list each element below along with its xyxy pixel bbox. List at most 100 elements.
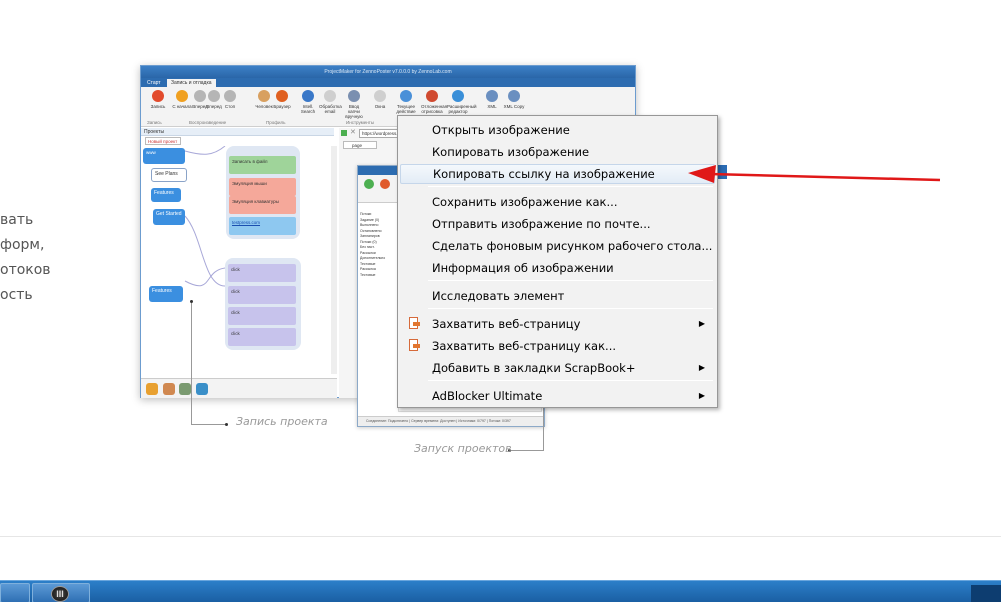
menu-item[interactable]: Захватить веб-страницу ▶ [400, 314, 715, 334]
ribbon-button[interactable]: Intell. Search [297, 90, 319, 114]
left-text-line: форм, [0, 237, 45, 253]
ribbon-group-label: Инструменты [346, 120, 375, 125]
ribbon-button-icon [508, 90, 520, 102]
canvas-node[interactable]: Features [149, 286, 183, 302]
menu-separator [428, 186, 713, 187]
taskbar-button[interactable] [0, 583, 30, 602]
left-description: вать форм, отоков ость [0, 208, 51, 308]
action-card[interactable]: testpress.com [229, 217, 296, 235]
ribbon-button[interactable]: Запись [147, 90, 169, 109]
guide-dot [225, 423, 228, 426]
ribbon-button[interactable]: Обработка email [319, 90, 342, 114]
menu-item-label: Захватить веб-страницу [432, 317, 581, 331]
ribbon-button-icon [374, 90, 386, 102]
canvas-node[interactable]: www [143, 148, 185, 164]
ribbon-button-icon [324, 90, 336, 102]
remove-icon[interactable] [380, 179, 390, 189]
menu-item[interactable]: Захватить веб-страницу как... [400, 336, 715, 356]
show-desktop-button[interactable] [971, 585, 1001, 602]
inner-tree-item[interactable]: Тестовые [360, 273, 396, 279]
guide-line [543, 408, 544, 451]
canvas-node[interactable]: See Plans [151, 168, 187, 182]
menu-item[interactable]: Копировать ссылку на изображение [400, 164, 715, 184]
menu-item[interactable]: Сделать фоновым рисунком рабочего стола.… [400, 236, 715, 256]
ribbon-button-label: Intell. Search [300, 104, 316, 114]
ribbon-button[interactable]: Стоп [219, 90, 241, 109]
submenu-arrow-icon: ▶ [698, 391, 705, 400]
ribbon-button[interactable]: Отложенная отрисовка [421, 90, 447, 114]
action-card[interactable]: Эмуляция мыши [229, 178, 296, 196]
menu-item[interactable]: Копировать изображение [400, 142, 715, 162]
menu-item[interactable]: AdBlocker Ultimate ▶ [400, 386, 715, 406]
tab-start[interactable]: Старт [143, 79, 165, 87]
image-icon[interactable] [179, 383, 191, 395]
caption-record: Запись проекта [236, 415, 328, 428]
screen: вать форм, отоков ость ProjectMaker for … [0, 0, 1001, 602]
capture-page-icon [408, 339, 420, 352]
ribbon-button-label: Браузер [273, 104, 291, 109]
ribbon-button-icon [452, 90, 464, 102]
address-bar[interactable]: https://wordpress... [359, 129, 401, 138]
menu-item-label: Сделать фоновым рисунком рабочего стола.… [432, 239, 713, 253]
menu-item-label: Сохранить изображение как... [432, 195, 618, 209]
menu-item[interactable]: Исследовать элемент [400, 286, 715, 306]
user-blue-icon[interactable] [196, 383, 208, 395]
ribbon-button[interactable]: Браузер [271, 90, 293, 109]
page-tab[interactable]: page [343, 141, 377, 149]
menu-separator [428, 280, 713, 281]
click-card[interactable]: click [228, 328, 296, 346]
people-icon[interactable] [146, 383, 158, 395]
ribbon-button-icon [348, 90, 360, 102]
app-footer-toolbar [141, 378, 337, 398]
ribbon-button[interactable]: XML [481, 90, 503, 109]
close-icon[interactable]: ✕ [350, 129, 356, 136]
ribbon-button-label: Запись [150, 104, 166, 109]
menu-item[interactable]: Отправить изображение по почте... [400, 214, 715, 234]
app-title: ProjectMaker for ZennoPoster v7.0.0.0 by… [141, 66, 635, 78]
plus-icon[interactable] [341, 130, 347, 136]
taskbar-button[interactable]: III [32, 583, 90, 602]
projects-panel-header: Проекты [141, 128, 334, 136]
ribbon-button-icon [152, 90, 164, 102]
action-card[interactable]: Записать в файл [229, 156, 296, 174]
click-card[interactable]: click [228, 307, 296, 325]
action-card[interactable]: Эмуляция клавиатуры [229, 196, 296, 214]
submenu-arrow-icon: ▶ [698, 363, 705, 372]
tab-record[interactable]: Запись и отладка [167, 79, 216, 87]
ribbon-button[interactable]: Ввод капчи вручную [343, 90, 365, 119]
menu-item[interactable]: Добавить в закладки ScrapBook+ ▶ [400, 358, 715, 378]
canvas-scrollbar[interactable] [331, 146, 337, 374]
caption-launch: Запуск проектов [414, 442, 512, 455]
left-text-line: вать [0, 212, 34, 228]
ribbon-button[interactable]: Текущее действие [395, 90, 417, 114]
add-icon[interactable] [364, 179, 374, 189]
section-divider [0, 536, 1001, 537]
canvas-node[interactable]: Get Started [153, 209, 185, 225]
ribbon-button[interactable]: Окна [369, 90, 391, 109]
ribbon-group-label: Воспроизведение [189, 120, 227, 125]
user-icon[interactable] [163, 383, 175, 395]
context-menu[interactable]: Открыть изображение Копировать изображени… [397, 115, 718, 408]
ribbon-button-icon [276, 90, 288, 102]
ribbon-button[interactable]: Расширенный редактор [447, 90, 477, 114]
project-canvas[interactable]: www See Plans Features Get Started Featu… [143, 146, 331, 374]
ribbon-button[interactable]: XML Copy [503, 90, 525, 109]
red-arrow-annotation [688, 165, 941, 183]
ribbon-button-label: Расширенный редактор [447, 104, 477, 114]
action-group: Записать в файл Эмуляция мыши Эмуляция к… [226, 146, 300, 239]
inner-tree: Потоки Задание (0) Выполнено Остановлено Зап… [360, 212, 396, 278]
ribbon-button-icon [486, 90, 498, 102]
project-tab[interactable]: Новый проект [145, 137, 181, 145]
ribbon-button-icon [302, 90, 314, 102]
ribbon-group-label: Запись [147, 120, 162, 125]
ribbon-button-label: Окна [374, 104, 386, 109]
menu-item-label: Копировать изображение [432, 145, 590, 159]
click-card[interactable]: click [228, 286, 296, 304]
menu-item[interactable]: Информация об изображении [400, 258, 715, 278]
menu-item[interactable]: Открыть изображение [400, 120, 715, 140]
click-card[interactable]: click [228, 264, 296, 282]
inner-status-bar: Соединение: Подключено | Сервер времени:… [358, 416, 544, 426]
menu-item[interactable]: Сохранить изображение как... [400, 192, 715, 212]
guide-dot [190, 300, 193, 303]
canvas-node[interactable]: Features [151, 188, 181, 202]
